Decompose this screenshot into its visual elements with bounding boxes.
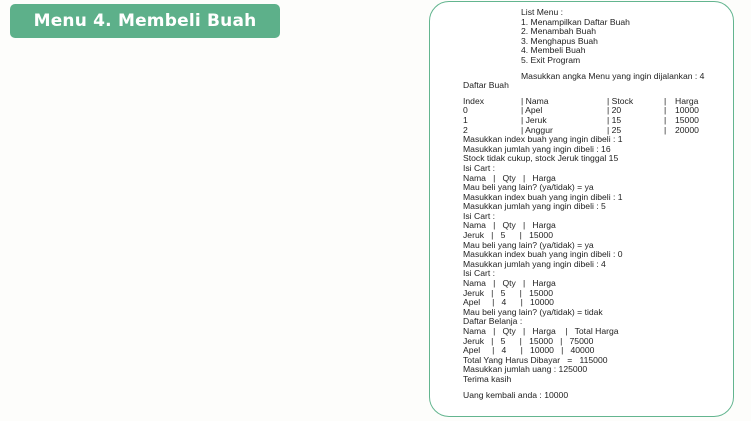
console-line: Uang kembali anda : 10000	[463, 389, 569, 400]
cell-price: 20000	[675, 124, 699, 135]
fruit-list-title: Daftar Buah	[463, 80, 509, 91]
page-title: Menu 4. Membeli Buah	[10, 4, 280, 38]
console-line: Masukkan jumlah yang ingin dibeli : 5	[463, 201, 606, 212]
console-text: List Menu : 1. Menampilkan Daftar Buah 2…	[463, 7, 731, 400]
menu-item: 3. Menghapus Buah	[521, 35, 598, 46]
console-line: Stock tidak cukup, stock Jeruk tinggal 1…	[463, 153, 619, 164]
menu-item: 1. Menampilkan Daftar Buah	[521, 16, 630, 27]
col-divider: |	[664, 124, 667, 135]
menu-item: 4. Membeli Buah	[521, 45, 586, 56]
console-line: Masukkan jumlah yang ingin dibeli : 4	[463, 258, 606, 269]
menu-item: 5. Exit Program	[521, 54, 581, 65]
console-line: Terima kasih	[463, 373, 512, 384]
console-output-panel: List Menu : 1. Menampilkan Daftar Buah 2…	[429, 1, 734, 417]
